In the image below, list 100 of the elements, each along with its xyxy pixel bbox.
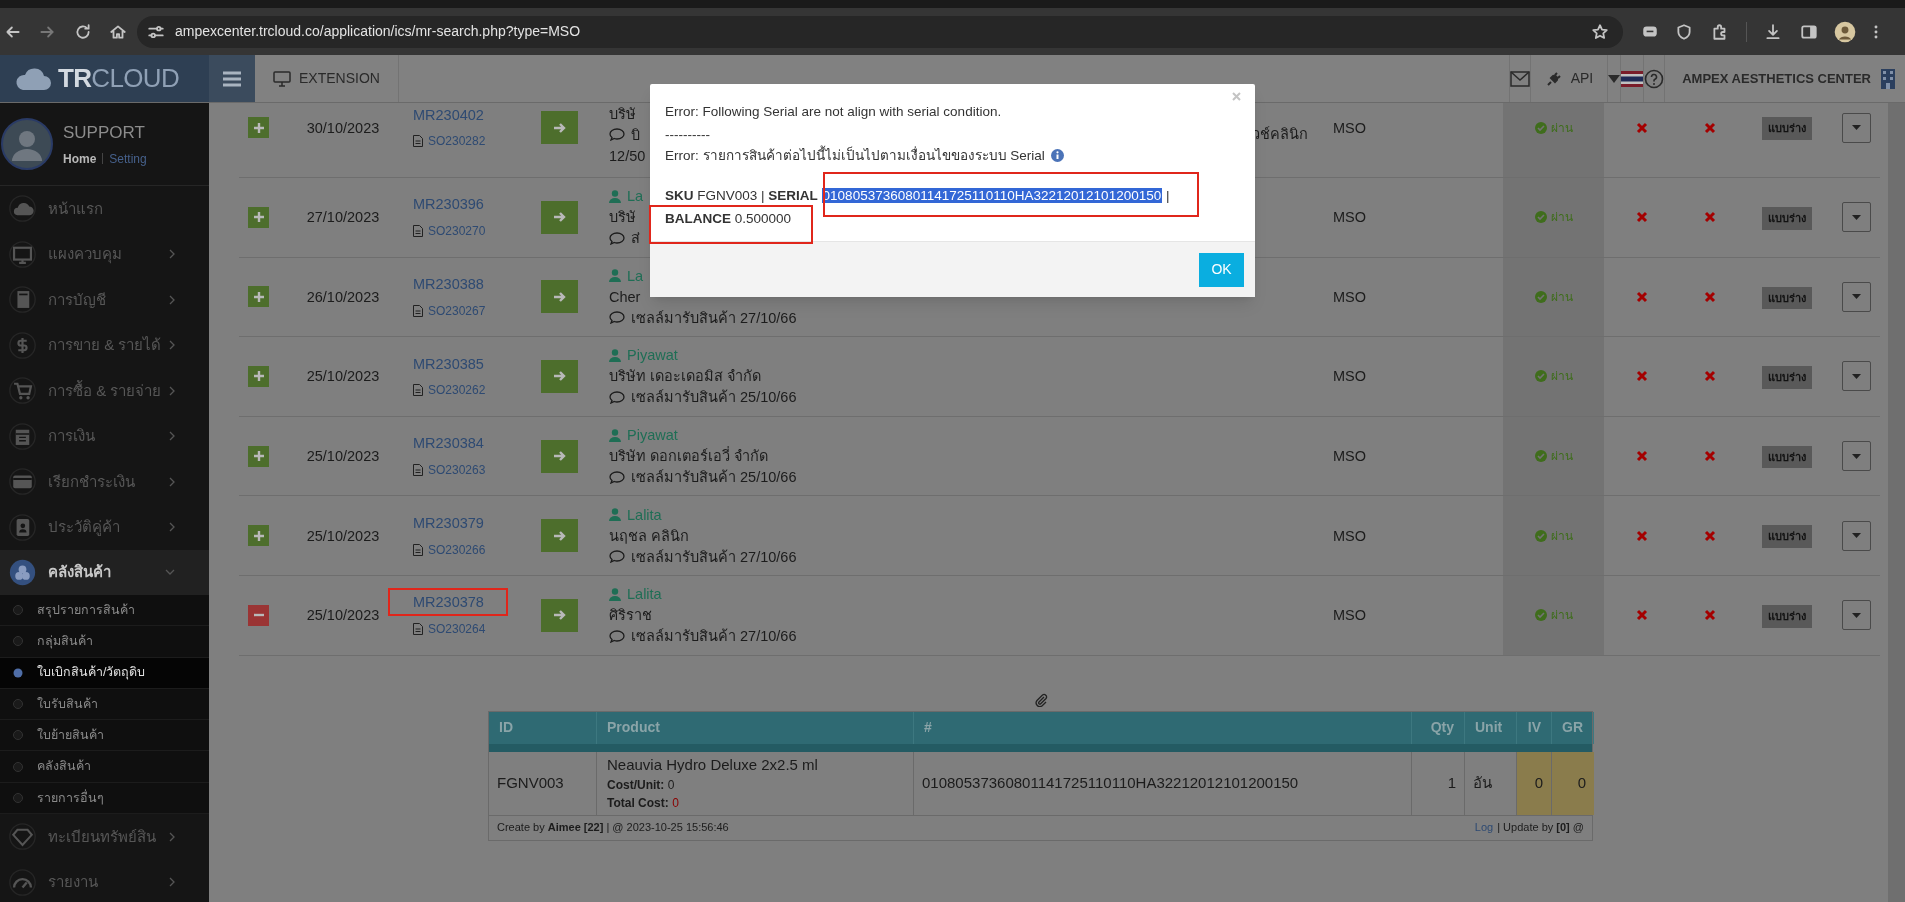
bullet-icon	[13, 699, 23, 710]
sidebar-item[interactable]: การบัญชี	[0, 277, 209, 323]
record-link[interactable]: MR230378	[413, 592, 484, 615]
plus-icon	[253, 451, 264, 462]
document-link[interactable]: SO230266	[413, 540, 486, 559]
record-link[interactable]: MR230388	[413, 274, 484, 296]
expand-button[interactable]	[248, 525, 269, 547]
expand-button[interactable]	[248, 206, 269, 228]
open-button[interactable]	[541, 519, 578, 553]
sidebar-item[interactable]: การขาย & รายได้	[0, 322, 209, 368]
row-menu-button[interactable]	[1842, 281, 1871, 312]
open-button[interactable]	[541, 598, 578, 632]
record-link[interactable]: MR230384	[413, 433, 484, 455]
sidebar-item[interactable]: การเงิน	[0, 413, 209, 459]
address-bar[interactable]: ampexcenter.trcloud.co/application/ics/mr-search.php?type=MSO	[137, 15, 1623, 48]
document-link[interactable]: SO230264	[413, 620, 486, 639]
arrow-right-icon	[552, 121, 567, 134]
reload-icon[interactable]	[74, 22, 92, 41]
status-text: ผ่าน	[1551, 288, 1573, 306]
arrow-right-icon	[552, 450, 567, 463]
open-button[interactable]	[541, 200, 578, 234]
status-badge: แบบร่าง	[1762, 445, 1812, 469]
document-link[interactable]: SO230263	[413, 460, 486, 479]
row-menu-button[interactable]	[1842, 520, 1871, 551]
sidebar-item[interactable]: เรียกชำระเงิน	[0, 459, 209, 505]
user-name: La	[627, 187, 644, 206]
cross-icon	[1636, 450, 1648, 463]
comment-icon	[609, 470, 625, 484]
document-icon	[413, 225, 423, 238]
document-link[interactable]: SO230262	[413, 381, 486, 400]
sidebar-item[interactable]: ทะเบียนทรัพย์สิน	[0, 814, 209, 860]
check-circle-icon	[1535, 609, 1547, 622]
dollar-icon	[9, 331, 36, 359]
dropdown-button[interactable]	[1607, 55, 1621, 102]
document-link[interactable]: SO230282	[413, 132, 486, 151]
comment-icon	[609, 311, 625, 325]
sidebar-subitem[interactable]: ใบรับสินค้า	[0, 688, 209, 721]
expand-button[interactable]	[248, 445, 269, 467]
sidebar-subitem[interactable]: คลังสินค้า	[0, 751, 209, 783]
open-button[interactable]	[541, 439, 578, 473]
collapse-button[interactable]	[248, 604, 269, 626]
help-button[interactable]	[1643, 55, 1665, 102]
sidebar-item[interactable]: รายงาน	[0, 859, 209, 902]
open-button[interactable]	[541, 111, 578, 144]
record-link[interactable]: MR230402	[413, 104, 484, 127]
document-link[interactable]: SO230270	[413, 222, 486, 241]
log-link[interactable]: Log	[1474, 819, 1494, 836]
api-button[interactable]: API	[1529, 55, 1608, 102]
shield-icon[interactable]	[1675, 22, 1693, 41]
table-cell-text: อัน	[1473, 772, 1492, 793]
company-name: AMPEX AESTHETICS CENTER	[1682, 69, 1871, 88]
open-button[interactable]	[541, 280, 578, 314]
sidebar-subitem[interactable]: ใบย้ายสินค้า	[0, 720, 209, 752]
record-link[interactable]: MR230379	[413, 512, 484, 535]
close-icon	[1232, 92, 1241, 101]
star-icon[interactable]	[1591, 22, 1609, 41]
setting-link[interactable]: Setting	[109, 149, 147, 168]
sidebar-item[interactable]: ประวัติคู่ค้า	[0, 504, 209, 550]
sidebar-toggle-icon[interactable]	[1800, 22, 1818, 41]
row-menu-button[interactable]	[1842, 361, 1871, 392]
avatar-icon[interactable]	[1834, 20, 1856, 43]
sidebar-item[interactable]: แผงควบคุม	[0, 231, 209, 277]
sidebar-item[interactable]: หน้าแรก	[0, 186, 209, 232]
sidebar-subitem[interactable]: ใบเบิกสินค้า/วัตถุดิบ	[0, 657, 209, 689]
customer-name: Cher	[609, 287, 641, 306]
close-button[interactable]	[1232, 92, 1241, 101]
cloud-icon	[9, 195, 36, 223]
home-link[interactable]: Home	[63, 149, 97, 168]
record-link[interactable]: MR230385	[413, 353, 484, 376]
date-text: 25/10/2023	[306, 448, 380, 465]
expand-button[interactable]	[248, 366, 269, 387]
expand-button[interactable]	[248, 286, 269, 308]
caret-icon	[1852, 612, 1861, 618]
extension-button[interactable]: EXTENSION	[255, 55, 399, 102]
caret-icon	[1852, 374, 1861, 379]
expand-button[interactable]	[248, 117, 269, 138]
status-badge: แบบร่าง	[1762, 286, 1812, 310]
row-menu-button[interactable]	[1842, 600, 1871, 631]
sidebar-subitem[interactable]: กลุ่มสินค้า	[0, 626, 209, 658]
document-link[interactable]: SO230267	[413, 301, 486, 320]
language-button[interactable]	[1620, 55, 1644, 102]
record-link[interactable]: MR230396	[413, 194, 484, 217]
sidebar-item[interactable]: การซื้อ & รายจ่าย	[0, 368, 209, 414]
ok-button[interactable]: OK	[1199, 252, 1244, 287]
user-icon	[609, 189, 621, 203]
sidebar-subitem[interactable]: รายการอื่นๆ	[0, 782, 209, 815]
open-button[interactable]	[541, 360, 578, 393]
row-menu-button[interactable]	[1842, 202, 1871, 233]
row-menu-button[interactable]	[1842, 441, 1871, 472]
row-menu-button[interactable]	[1842, 112, 1871, 143]
created-info: Create by Aimee [22] | @ 2023-10-25 15:56:46	[497, 820, 729, 836]
contact-card-icon	[9, 513, 36, 541]
arrow-right-icon	[552, 370, 567, 383]
download-icon[interactable]	[1764, 22, 1782, 41]
comment-icon	[609, 391, 625, 404]
column-header: Product	[597, 711, 914, 744]
menu-button[interactable]	[209, 55, 255, 102]
mail-button[interactable]	[1508, 55, 1530, 102]
date-text: 25/10/2023	[306, 607, 380, 624]
sidebar-subitem[interactable]: สรุปรายการสินค้า	[0, 595, 209, 627]
